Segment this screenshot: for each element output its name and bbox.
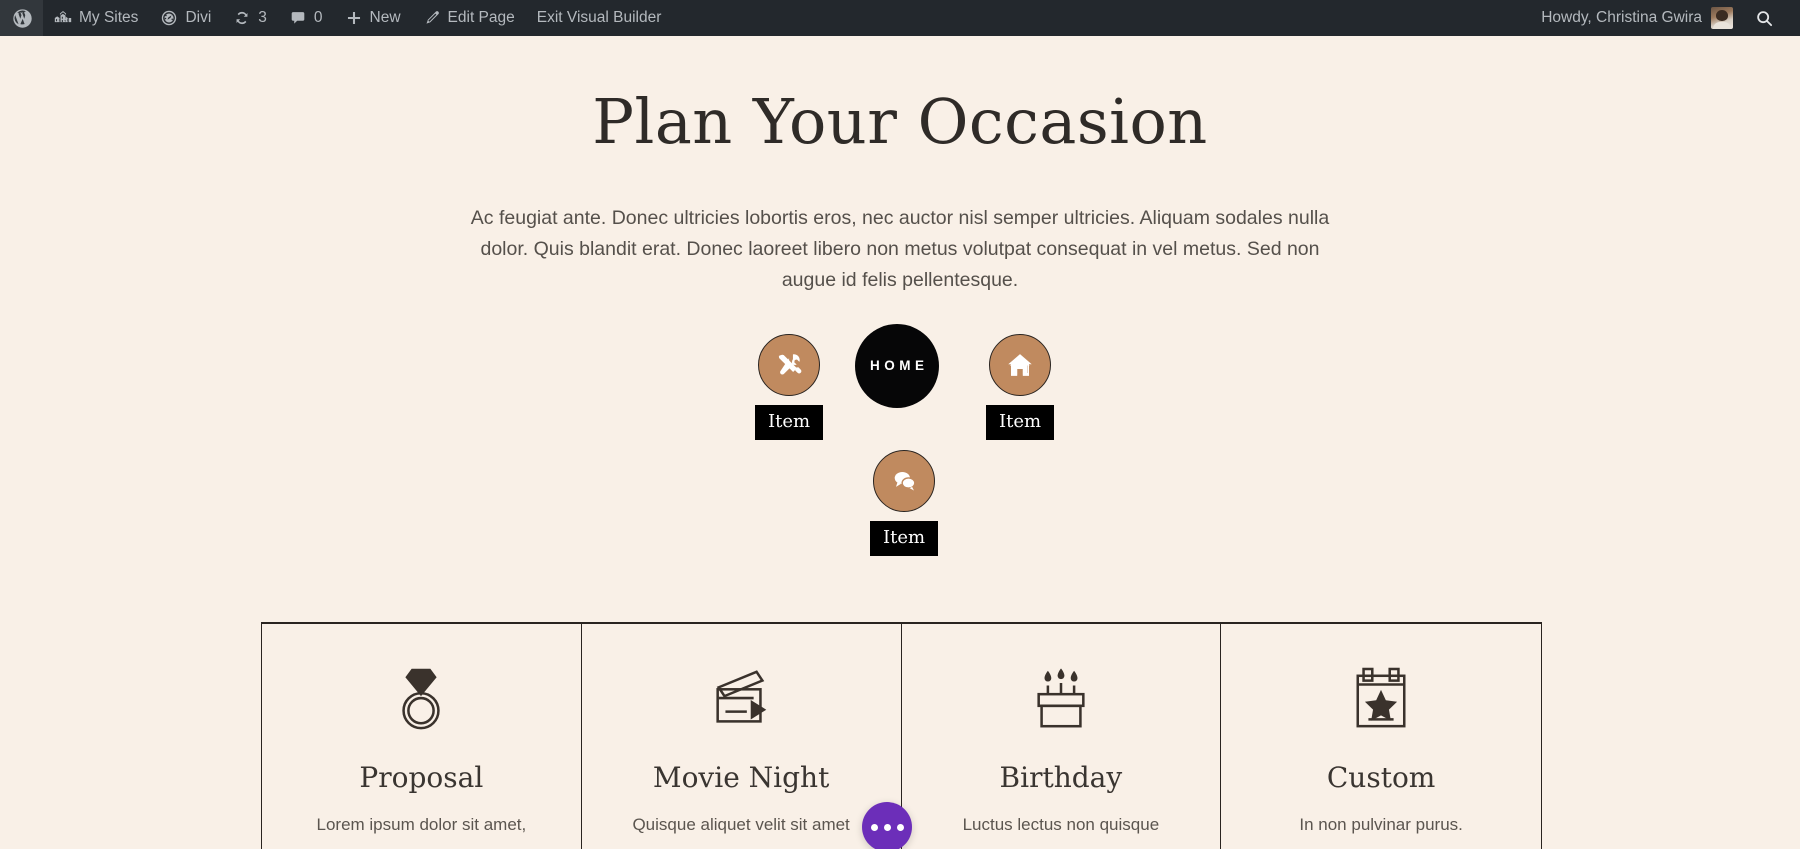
radial-menu-item-tools[interactable]: Item	[755, 333, 824, 440]
comment-bubble-icon	[289, 9, 307, 27]
howdy-greeting: Howdy, Christina Gwira	[1541, 9, 1702, 27]
admin-bar-label-edit-page: Edit Page	[447, 9, 515, 27]
admin-bar-item-search[interactable]	[1741, 0, 1788, 36]
card-proposal[interactable]: Proposal Lorem ipsum dolor sit amet,	[262, 624, 582, 849]
admin-bar-item-new[interactable]: New	[334, 0, 412, 36]
clapperboard-icon	[706, 664, 776, 736]
search-icon	[1755, 9, 1774, 28]
admin-bar-item-my-account[interactable]: Howdy, Christina Gwira	[1530, 0, 1741, 36]
admin-bar-comments-count: 0	[313, 9, 323, 26]
calendar-star-icon	[1350, 664, 1412, 736]
card-movie-night-title: Movie Night	[652, 761, 830, 794]
tools-icon	[774, 350, 804, 380]
three-dots-icon-dot-3	[896, 823, 904, 831]
avatar	[1711, 7, 1733, 29]
home-icon	[1006, 351, 1034, 379]
diamond-ring-icon	[390, 664, 452, 736]
card-birthday-desc: Luctus lectus non quisque	[962, 815, 1160, 835]
admin-bar-left-group: My Sites Divi 3 0 New Edit Page Exit Vis…	[0, 0, 672, 36]
radial-menu-item-tools-circle[interactable]	[758, 333, 821, 396]
admin-bar-item-edit-page[interactable]: Edit Page	[412, 0, 526, 36]
birthday-cake-icon	[1028, 664, 1094, 736]
admin-bar-label-divi: Divi	[185, 9, 212, 27]
radial-menu-item-chat-label: Item	[870, 520, 939, 556]
admin-bar-label-new: New	[369, 9, 401, 27]
divi-settings-button[interactable]	[862, 802, 912, 849]
radial-menu-center-label: HOME	[870, 358, 929, 374]
admin-bar-updates-count: 3	[258, 9, 267, 26]
card-proposal-desc: Lorem ipsum dolor sit amet,	[316, 815, 527, 835]
card-birthday-title: Birthday	[999, 761, 1123, 794]
wordpress-logo-icon	[12, 8, 33, 29]
buildings-icon	[54, 9, 72, 27]
speedometer-icon	[160, 9, 178, 27]
radial-menu-item-chat-circle[interactable]	[873, 449, 936, 512]
radial-menu-item-chat[interactable]: Item	[870, 449, 939, 556]
card-custom-title: Custom	[1326, 761, 1436, 794]
refresh-icon	[233, 9, 251, 27]
wp-admin-bar: My Sites Divi 3 0 New Edit Page Exit Vis…	[0, 0, 1800, 36]
admin-bar-item-divi[interactable]: Divi	[149, 0, 222, 36]
radial-menu-center-home-button[interactable]: HOME	[855, 323, 939, 408]
radial-menu: HOME Item Item Item	[0, 323, 1800, 574]
radial-menu-item-home-label: Item	[986, 404, 1055, 440]
card-custom[interactable]: Custom In non pulvinar purus.	[1221, 624, 1541, 849]
admin-bar-item-wordpress-logo[interactable]	[0, 0, 43, 36]
card-movie-night[interactable]: Movie Night Quisque aliquet velit sit am…	[581, 624, 902, 849]
three-dots-icon	[870, 823, 878, 831]
admin-bar-item-updates[interactable]: 3	[222, 0, 278, 36]
admin-bar-right-group: Howdy, Christina Gwira	[1530, 0, 1800, 36]
admin-bar-item-comments[interactable]: 0	[278, 0, 334, 36]
plus-icon	[345, 9, 363, 27]
card-movie-night-desc: Quisque aliquet velit sit amet	[632, 815, 850, 835]
pencil-icon	[423, 9, 441, 27]
chat-bubbles-icon	[890, 466, 919, 495]
radial-menu-item-tools-label: Item	[755, 404, 824, 440]
page-title: Plan Your Occasion	[592, 85, 1208, 158]
hero-paragraph: Ac feugiat ante. Donec ultricies loborti…	[470, 207, 1330, 291]
radial-menu-item-home[interactable]: Item	[986, 333, 1055, 440]
three-dots-icon-dot-2	[883, 823, 891, 831]
admin-bar-label-exit-visual-builder: Exit Visual Builder	[536, 9, 662, 27]
admin-bar-item-exit-visual-builder[interactable]: Exit Visual Builder	[526, 0, 673, 36]
radial-menu-item-home-circle[interactable]	[989, 333, 1052, 396]
page-content: Plan Your Occasion Ac feugiat ante. Done…	[0, 36, 1800, 849]
card-proposal-title: Proposal	[359, 761, 484, 794]
admin-bar-item-my-sites[interactable]: My Sites	[43, 0, 149, 36]
card-custom-desc: In non pulvinar purus.	[1299, 815, 1463, 835]
card-birthday[interactable]: Birthday Luctus lectus non quisque	[901, 624, 1222, 849]
admin-bar-label-my-sites: My Sites	[79, 9, 139, 27]
